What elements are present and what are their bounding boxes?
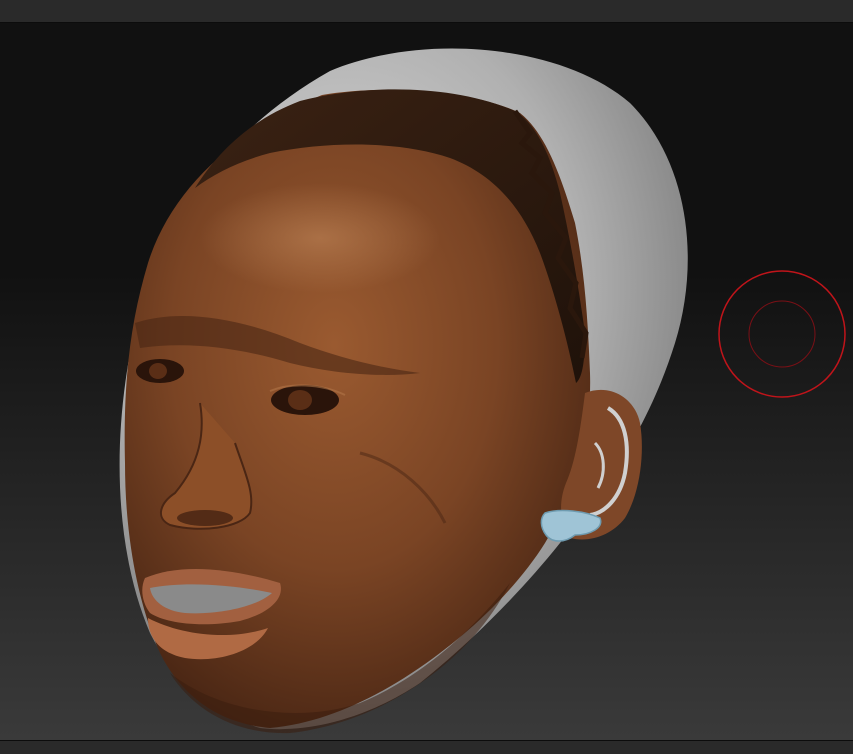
right-eye-iris — [288, 390, 312, 410]
nostril-shadow — [177, 510, 233, 526]
top-toolbar-strip — [0, 0, 853, 23]
sculpt-app-window — [0, 0, 853, 754]
brush-inner-ring — [748, 300, 816, 368]
left-eye-iris — [149, 363, 167, 379]
viewport-canvas[interactable] — [0, 23, 853, 740]
brush-outer-ring — [718, 270, 846, 398]
bottom-toolbar-strip — [0, 740, 853, 754]
brush-cursor[interactable] — [718, 270, 846, 398]
forehead-highlight — [200, 183, 440, 293]
